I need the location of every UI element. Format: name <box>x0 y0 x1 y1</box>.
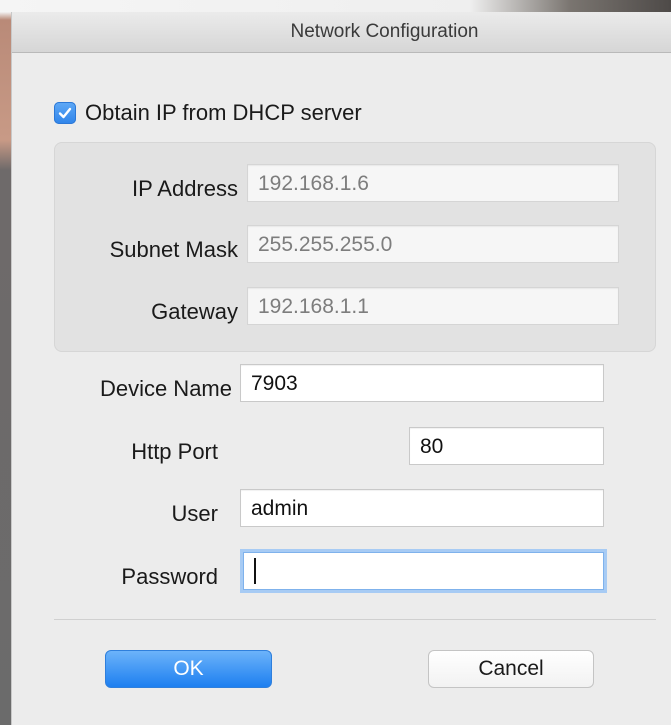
text-cursor <box>254 557 256 584</box>
dhcp-label[interactable]: Obtain IP from DHCP server <box>85 100 362 126</box>
cancel-button[interactable]: Cancel <box>428 650 594 688</box>
subnet-mask-label: Subnet Mask <box>109 237 238 262</box>
http-port-field[interactable]: 80 <box>409 427 604 465</box>
user-field[interactable]: admin <box>240 489 604 527</box>
background-window-edge <box>0 0 12 725</box>
network-configuration-dialog: Network Configuration Obtain IP from DHC… <box>12 12 671 725</box>
subnet-mask-field[interactable]: 255.255.255.0 <box>247 225 619 263</box>
window-title: Network Configuration <box>290 21 479 42</box>
gateway-field[interactable]: 192.168.1.1 <box>247 287 619 325</box>
user-label: User <box>171 501 218 526</box>
separator <box>54 619 656 620</box>
background-window-top <box>0 0 671 12</box>
title-bar[interactable]: Network Configuration <box>12 12 671 53</box>
http-port-label: Http Port <box>131 439 218 464</box>
dhcp-option[interactable]: Obtain IP from DHCP server <box>54 100 362 126</box>
password-field[interactable] <box>243 552 604 590</box>
gateway-label: Gateway <box>151 299 238 324</box>
device-name-label: Device Name <box>99 376 232 401</box>
password-label: Password <box>121 564 218 589</box>
device-name-field[interactable]: 7903 <box>240 364 604 402</box>
ip-address-field[interactable]: 192.168.1.6 <box>247 164 619 202</box>
ip-address-label: IP Address <box>132 176 238 201</box>
checkmark-icon <box>58 107 72 119</box>
dhcp-checkbox[interactable] <box>54 102 76 124</box>
ok-button[interactable]: OK <box>105 650 272 688</box>
